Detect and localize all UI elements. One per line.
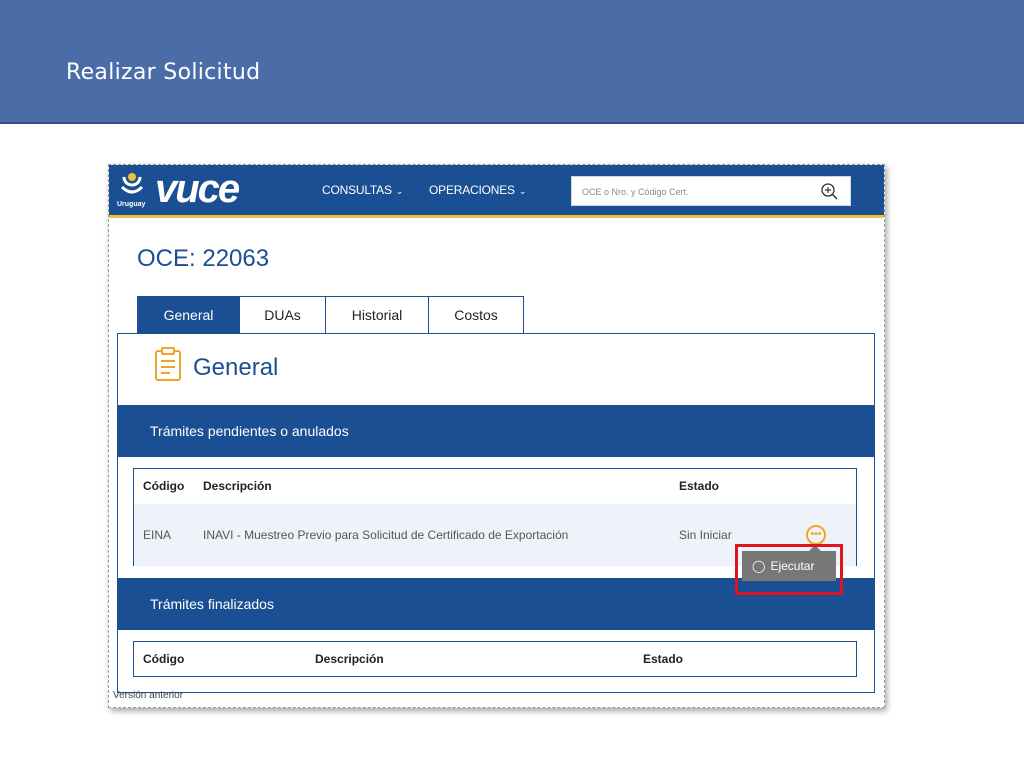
nav-consultas[interactable]: CONSULTAS ⌄ [322,183,403,197]
nav-operaciones-label: OPERACIONES [429,183,515,197]
col-estado: Estado [679,479,720,493]
col-descripcion: Descripción [315,652,384,666]
pending-heading: Trámites pendientes o anulados [118,405,874,457]
section-title: General [193,354,279,381]
nav-operaciones[interactable]: OPERACIONES ⌄ [429,183,526,197]
zoom-in-icon[interactable] [820,182,840,202]
cell-estado: Sin Iniciar [679,528,732,542]
search-box [571,176,851,206]
tab-costos[interactable]: Costos [429,296,524,334]
logo-country: Uruguay [117,201,146,208]
tab-duas[interactable]: DUAs [240,296,326,334]
version-link[interactable]: Versión anterior [113,690,183,701]
tab-bar: General DUAs Historial Costos [137,296,524,334]
cell-descripcion: INAVI - Muestreo Previo para Solicitud d… [203,528,569,542]
col-codigo: Código [143,652,185,666]
search-input[interactable] [582,184,802,200]
col-estado: Estado [643,652,684,666]
tab-historial[interactable]: Historial [326,296,429,334]
cell-codigo: EINA [143,528,172,542]
chevron-down-icon: ⌄ [395,186,404,196]
clipboard-icon [155,347,181,381]
page-title: OCE: 22063 [137,245,270,272]
highlight-box [735,544,843,595]
slide-header: Realizar Solicitud [0,0,1024,124]
col-descripcion: Descripción [203,479,272,493]
vuce-logo[interactable]: Uruguay vuce [115,167,275,215]
more-options-icon[interactable]: ••• [806,525,826,545]
nav-consultas-label: CONSULTAS [322,183,392,197]
sun-emblem-icon [120,173,144,194]
app-screenshot: Uruguay vuce CONSULTAS ⌄ OPERACIONES ⌄ OCE… [108,164,885,708]
tab-general[interactable]: General [137,296,240,334]
finalized-table: Código Descripción Estado [133,641,857,677]
col-codigo: Código [143,479,185,493]
logo-wordmark: vuce [155,167,240,211]
slide-title: Realizar Solicitud [66,60,261,85]
chevron-down-icon: ⌄ [518,186,527,196]
general-panel: General Trámites pendientes o anulados C… [117,333,875,693]
top-navbar: Uruguay vuce CONSULTAS ⌄ OPERACIONES ⌄ [109,165,884,218]
